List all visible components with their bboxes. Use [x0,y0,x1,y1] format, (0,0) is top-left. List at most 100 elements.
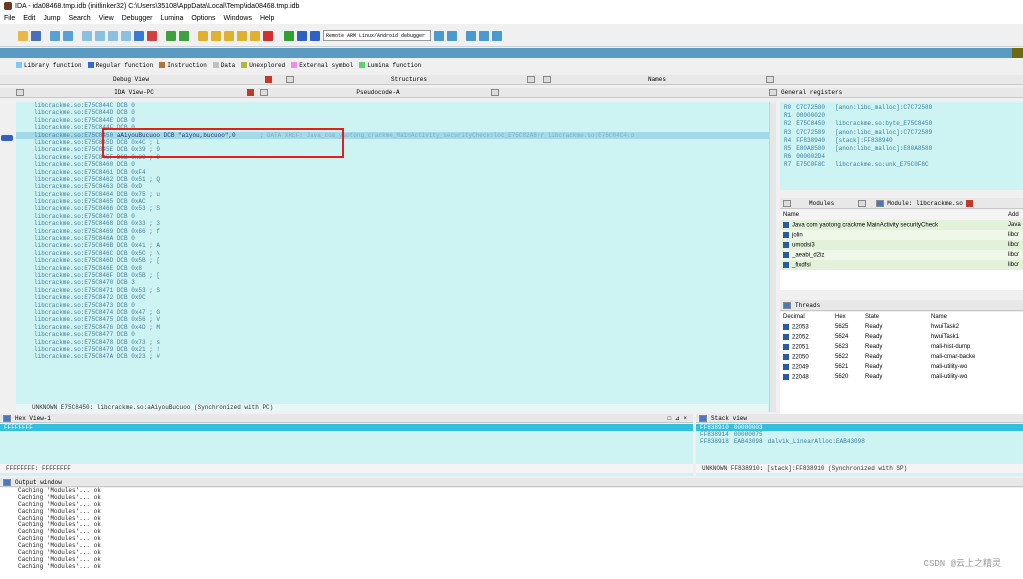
register-row[interactable]: R7 E75C0F8C libcrackme.so:unk_E75C0F8C [784,161,1019,169]
listing-line[interactable]: libcrackme.so:E75C847A DCB 0x23 ; # [16,353,776,360]
debugger-options-icon[interactable] [434,30,444,41]
module-row[interactable]: umodsi3 libcr [780,240,1023,250]
listing-line[interactable]: libcrackme.so:E75C8465 DCB 0xAC [16,198,776,205]
ida-view-graph-icon[interactable] [16,89,24,96]
register-row[interactable]: R1 00000020 [784,112,1019,120]
general-registers-panel[interactable]: R0 C7C72580 [anon:libc_malloc]:C7C72580 R1 0… [780,102,1023,190]
threads-icon[interactable] [783,301,791,309]
hex-view-panel[interactable]: FFFFFFFF FFFFFFFF: FFFFFFFF [0,424,693,476]
listing-line[interactable]: libcrackme.so:E75C846C DCB 0x5C ; \ [16,250,776,257]
listing-line[interactable]: libcrackme.so:E75C844C DCB 0 [16,102,776,109]
threads-col-name[interactable]: Name [928,312,1023,322]
hex-view-icon[interactable] [3,414,11,422]
listing-line[interactable]: libcrackme.so:E75C8461 DCB 0xF4 [16,169,776,176]
tab-output-window[interactable]: Output window [15,479,62,486]
pseudocode-icon[interactable] [260,89,268,96]
stack-row[interactable]: FF838910 00000003 [696,424,1023,431]
structures-close-icon[interactable] [527,76,535,83]
listing-line[interactable]: libcrackme.so:E75C844D DCB 0 [16,109,776,116]
modules-icon[interactable] [783,199,791,207]
module-row[interactable]: _aeabi_d2iz libcr [780,250,1023,260]
listing-line[interactable]: libcrackme.so:E75C8474 DCB 0x47 ; G [16,309,776,316]
register-row[interactable]: R6 000002D4 [784,153,1019,161]
listing-line[interactable]: libcrackme.so:E75C8469 DCB 0x66 ; f [16,228,776,235]
tab-pseudocode[interactable]: Pseudocode-A [268,89,488,96]
tab-module-lib[interactable]: Module: libcrackme.so [887,200,963,207]
output-icon[interactable] [3,478,11,486]
menu-debugger[interactable]: Debugger [122,15,153,22]
open-icon[interactable] [18,30,28,41]
structures-aux-icon[interactable] [543,76,551,83]
menu-search[interactable]: Search [68,15,90,22]
modules-col-address[interactable]: Add [1005,210,1023,220]
tab-structures[interactable]: Structures [294,76,524,83]
modules-close-icon[interactable] [858,199,867,207]
hex-icon[interactable] [82,30,92,41]
tab-threads[interactable]: Threads [795,302,820,309]
enum-icon[interactable] [237,30,247,41]
listing-line[interactable]: libcrackme.so:E75C8475 DCB 0x56 ; V [16,316,776,323]
threads-col-hex[interactable]: Hex [832,312,862,322]
attach-icon[interactable] [447,30,457,41]
tab-debug-view[interactable]: Debug View [0,76,262,83]
listing-line[interactable]: libcrackme.so:E75C846E DCB 0x8 [16,265,776,272]
register-row[interactable]: R2 E75C8450 libcrackme.so:byte_E75C8450 [784,120,1019,128]
listing-line[interactable]: libcrackme.so:E75C8464 DCB 0x75 ; u [16,191,776,198]
thread-row[interactable]: 22051 5623 Ready mali-hist-dump [780,342,1023,352]
listing-line[interactable]: libcrackme.so:E75C8467 DCB 0 [16,213,776,220]
register-row[interactable]: R0 C7C72580 [anon:libc_malloc]:C7C72580 [784,104,1019,112]
close-x-icon[interactable] [263,30,273,41]
tab-hex-view[interactable]: Hex View-1 [15,415,51,422]
ida-view-close-icon[interactable] [247,89,254,96]
thread-row[interactable]: 22053 5625 Ready hwuiTask2 [780,322,1023,332]
listing-line[interactable]: libcrackme.so:E75C8466 DCB 0x53 ; S [16,205,776,212]
tab-names[interactable]: Names [551,76,763,83]
listing-line[interactable]: libcrackme.so:E75C8472 DCB 0x9C [16,294,776,301]
debugger-select[interactable]: Remote ARM Linux/Android debugger [323,30,431,41]
listing-line[interactable]: libcrackme.so:E75C8460 DCB 0 [16,161,776,168]
menu-file[interactable]: File [4,15,15,22]
patch-icon[interactable] [250,30,260,41]
output-window[interactable]: Caching 'Modules'... ok Caching 'Modules'… [0,487,1023,579]
module-row[interactable]: Java com yaotong crackme MainActivity se… [780,220,1023,230]
listing-line[interactable]: libcrackme.so:E75C844E DCB 0 [16,117,776,124]
listing-line[interactable]: libcrackme.so:E75C8463 DCB 0xD [16,183,776,190]
listing-line[interactable]: libcrackme.so:E75C8476 DCB 0x4D ; M [16,324,776,331]
data-icon[interactable] [95,30,105,41]
listing-line[interactable]: libcrackme.so:E75C8473 DCB 0 [16,302,776,309]
save-icon[interactable] [31,30,41,41]
listing-line[interactable]: libcrackme.so:E75C846B DCB 0x41 ; A [16,242,776,249]
listing-scrollbar[interactable] [769,102,776,412]
register-row[interactable]: R3 C7C72589 [anon:libc_malloc]:C7C72589 [784,129,1019,137]
listing-line[interactable]: libcrackme.so:E75C846F DCB 0x5B ; [ [16,272,776,279]
module-row[interactable]: jolin libcr [780,230,1023,240]
menu-jump[interactable]: Jump [43,15,60,22]
module-lib-icon[interactable] [876,199,885,207]
tab-general-registers[interactable]: General registers [781,89,842,96]
step-into-icon[interactable] [466,30,476,41]
listing-line[interactable]: libcrackme.so:E75C846A DCB 0 [16,235,776,242]
tab-stack-view[interactable]: Stack view [711,415,747,422]
navigation-band[interactable] [0,48,1023,58]
run-icon[interactable] [284,30,294,41]
struct-icon[interactable] [224,30,234,41]
menu-options[interactable]: Options [191,15,215,22]
forward-icon[interactable] [63,30,73,41]
script-icon[interactable] [198,30,208,41]
back-icon[interactable] [50,30,60,41]
tab-ida-view-pc[interactable]: IDA View-PC [24,89,244,96]
menu-lumina[interactable]: Lumina [160,15,183,22]
listing-line[interactable]: libcrackme.so:E75C8470 DCB 3 [16,279,776,286]
hex-view-close-icon[interactable]: □ ⊿ × [668,415,687,422]
thread-row[interactable]: 22049 5621 Ready mali-utility-wo [780,362,1023,372]
names-close-icon[interactable] [766,76,774,83]
threads-col-decimal[interactable]: Decimal [780,312,832,322]
stack-row[interactable]: FF838918 EAB43098 dalvik_LinearAlloc:EAB43… [696,438,1023,445]
menu-help[interactable]: Help [260,15,274,22]
thread-row[interactable]: 22052 5624 Ready hwuiTask1 [780,332,1023,342]
stack-view-icon[interactable] [699,414,707,422]
registers-icon[interactable] [769,89,777,96]
run-to-icon[interactable] [492,30,502,41]
register-row[interactable]: R5 E80A8580 [anon:libc_malloc]:E80A8580 [784,145,1019,153]
structures-pin-icon[interactable] [286,76,294,83]
